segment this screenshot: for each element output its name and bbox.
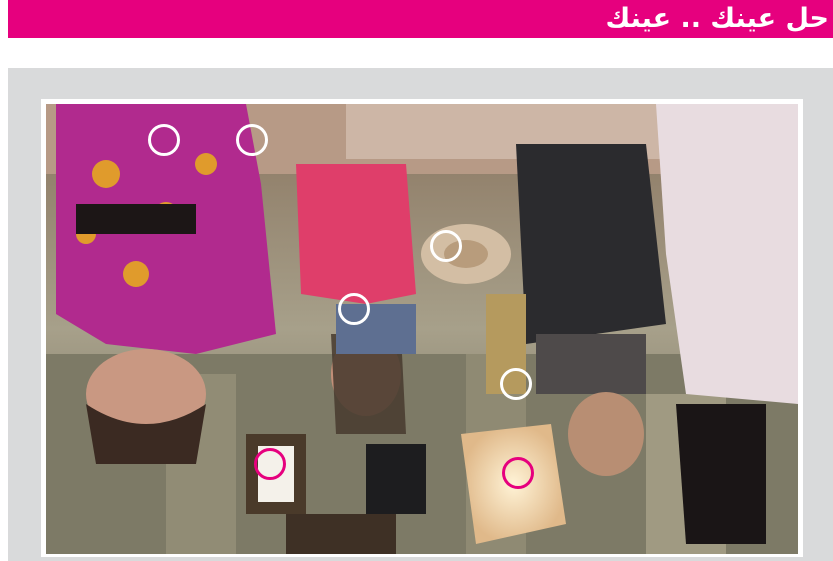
scene-photo-icon (46, 104, 798, 554)
difference-marker[interactable] (338, 293, 370, 325)
spot-the-difference-photo[interactable] (46, 104, 798, 554)
difference-marker[interactable] (502, 457, 534, 489)
game-title: حل عينك .. عينك (605, 3, 829, 34)
difference-marker[interactable] (430, 230, 462, 262)
difference-marker[interactable] (236, 124, 268, 156)
difference-marker[interactable] (500, 368, 532, 400)
title-banner: حل عينك .. عينك (8, 0, 833, 38)
difference-marker[interactable] (254, 448, 286, 480)
difference-marker[interactable] (148, 124, 180, 156)
